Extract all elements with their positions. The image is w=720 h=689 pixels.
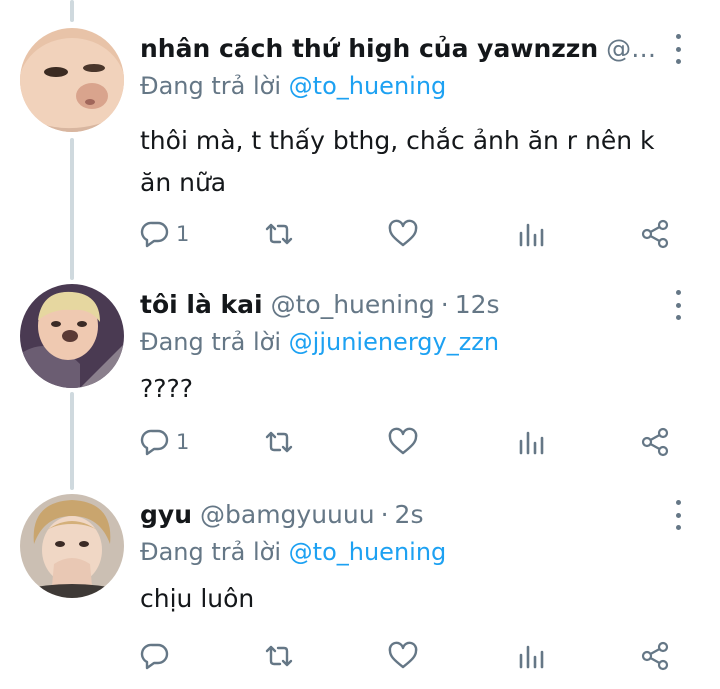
tweet[interactable]: tôi là kai @to_huening · 12s Đang trả lờ… (0, 284, 720, 474)
reply-icon (140, 221, 169, 248)
tweet[interactable]: nhân cách thứ high của yawnzzn @jju... Đ… (0, 28, 720, 258)
retweet-icon (265, 645, 293, 667)
reply-count: 1 (176, 222, 190, 246)
avatar[interactable] (20, 284, 124, 388)
like-button[interactable] (388, 636, 418, 676)
like-button[interactable] (388, 422, 418, 462)
thread-line-top (70, 0, 74, 22)
share-icon (641, 641, 669, 671)
stats-button[interactable] (516, 214, 546, 254)
tweet-text: chịu luôn (140, 584, 255, 613)
more-icon[interactable] (666, 500, 690, 530)
tweet-text: thôi mà, t thấy bthg, chắc ảnh ăn r nên … (140, 126, 655, 197)
tweet-header: tôi là kai @to_huening · 12s (140, 284, 660, 324)
tweet-header: gyu @bamgyuuuu · 2s (140, 494, 660, 534)
tweet-text: ???? (140, 374, 194, 403)
reply-button[interactable] (140, 636, 176, 676)
action-bar: 1 (140, 214, 680, 254)
retweet-button[interactable] (264, 636, 294, 676)
reply-button[interactable]: 1 (140, 422, 189, 462)
retweet-icon (265, 223, 293, 245)
stats-button[interactable] (516, 422, 546, 462)
avatar[interactable] (20, 28, 124, 132)
replying-label: Đang trả lời (140, 538, 282, 566)
like-icon (388, 427, 418, 455)
reply-count: 1 (176, 430, 190, 454)
separator-dot: · (380, 499, 389, 529)
display-name[interactable]: nhân cách thứ high của yawnzzn (140, 34, 598, 63)
tweet[interactable]: gyu @bamgyuuuu · 2s Đang trả lời @to_hue… (0, 494, 720, 684)
tweet-header: nhân cách thứ high của yawnzzn @jju... (140, 28, 660, 68)
replying-to: Đang trả lời @jjunienergy_zzn (140, 328, 499, 356)
more-icon[interactable] (666, 34, 690, 64)
replying-label: Đang trả lời (140, 328, 282, 356)
stats-icon (519, 431, 544, 455)
action-bar (140, 636, 680, 676)
retweet-button[interactable] (264, 422, 294, 462)
replying-to: Đang trả lời @to_huening (140, 538, 446, 566)
mention-link[interactable]: @to_huening (289, 538, 447, 566)
avatar[interactable] (20, 494, 124, 598)
more-icon[interactable] (666, 290, 690, 320)
like-button[interactable] (388, 214, 418, 254)
share-button[interactable] (640, 422, 670, 462)
share-icon (641, 219, 669, 249)
timestamp[interactable]: 2s (395, 500, 424, 529)
retweet-icon (265, 431, 293, 453)
retweet-button[interactable] (264, 214, 294, 254)
user-handle[interactable]: @to_huening (271, 290, 435, 319)
user-handle[interactable]: @jju... (606, 34, 660, 63)
mention-link[interactable]: @to_huening (289, 72, 447, 100)
reply-icon (140, 643, 169, 670)
share-button[interactable] (640, 214, 670, 254)
display-name[interactable]: gyu (140, 500, 192, 529)
mention-link[interactable]: @jjunienergy_zzn (289, 328, 499, 356)
like-icon (388, 219, 418, 247)
stats-icon (519, 645, 544, 669)
display-name[interactable]: tôi là kai (140, 290, 263, 319)
stats-icon (519, 223, 544, 247)
stats-button[interactable] (516, 636, 546, 676)
share-icon (641, 427, 669, 457)
action-bar: 1 (140, 422, 680, 462)
like-icon (388, 641, 418, 669)
user-handle[interactable]: @bamgyuuuu (200, 500, 375, 529)
reply-button[interactable]: 1 (140, 214, 189, 254)
reply-icon (140, 429, 169, 456)
share-button[interactable] (640, 636, 670, 676)
separator-dot: · (440, 289, 449, 319)
replying-label: Đang trả lời (140, 72, 282, 100)
timestamp[interactable]: 12s (455, 290, 500, 319)
replying-to: Đang trả lời @to_huening (140, 72, 446, 100)
